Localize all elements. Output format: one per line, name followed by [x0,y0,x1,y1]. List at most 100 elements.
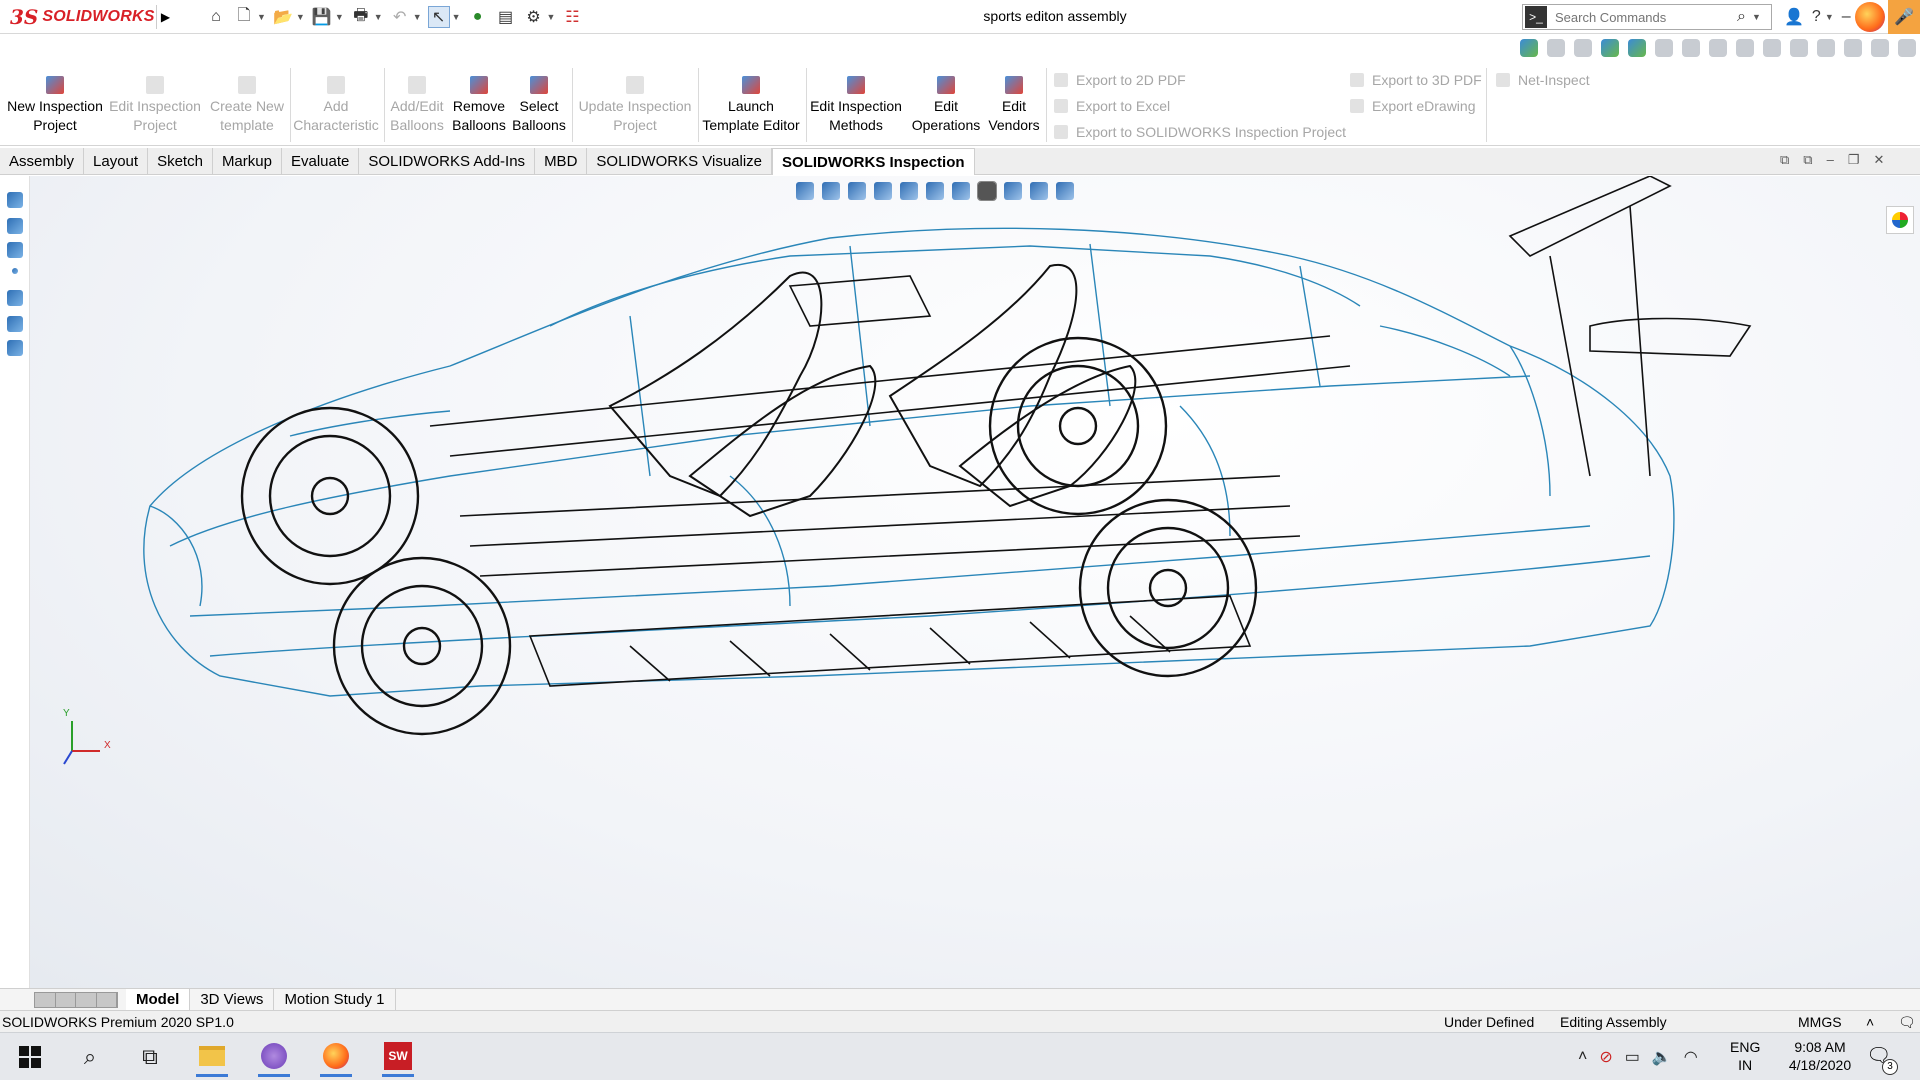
crosshair-icon[interactable] [1655,39,1673,57]
view-orientation-icon[interactable] [926,182,944,200]
edit-vendors-button[interactable]: Edit Vendors [988,76,1040,135]
print-icon[interactable]: 🖶 [350,6,372,28]
undo-icon[interactable]: ↶ [389,6,411,28]
add-characteristic-button[interactable]: Add Characteristic [292,76,380,135]
chevron-down-icon[interactable]: ▼ [1752,12,1761,22]
rebuild-icon[interactable]: ● [467,6,489,28]
tor-browser-icon[interactable] [258,1037,290,1077]
toolbar-icon[interactable] [1817,39,1835,57]
view-settings-icon[interactable] [1056,182,1074,200]
toolbar-icon[interactable] [1682,39,1700,57]
toolbar-icon[interactable] [1871,39,1889,57]
toolbar-icon[interactable] [1790,39,1808,57]
minimize-window-icon[interactable]: – [1827,152,1834,168]
tab-scroll-buttons[interactable] [34,991,118,1008]
create-new-template-button[interactable]: Create New template [206,76,288,135]
previous-view-icon[interactable] [848,182,866,200]
property-manager-icon[interactable] [7,218,23,234]
gear-icon[interactable]: ⚙ [523,6,545,28]
tab-motion-study-1[interactable]: Motion Study 1 [274,988,396,1011]
system-clock[interactable]: 9:08 AM 4/18/2020 [1775,1038,1865,1074]
tab-solidworks-inspection[interactable]: SOLIDWORKS Inspection [772,148,975,175]
tab-assembly[interactable]: Assembly [0,148,85,175]
dynamic-annotation-icon[interactable] [900,182,918,200]
units-selector[interactable]: MMGS [1798,1014,1842,1030]
minimize-icon[interactable]: – [1842,8,1851,26]
open-folder-icon[interactable]: 📂 [272,6,294,28]
tab-solidworks-visualize[interactable]: SOLIDWORKS Visualize [587,148,773,175]
export-sw-inspection-button[interactable]: Export to SOLIDWORKS Inspection Project [1054,122,1346,142]
options-tree-icon[interactable]: ☷ [561,6,583,28]
launch-template-editor-button[interactable]: Launch Template Editor [700,76,802,135]
tile-left-icon[interactable]: ⧉ [1780,152,1789,168]
dimxpert-icon[interactable] [7,290,23,306]
home-icon[interactable]: ⌂ [205,6,227,28]
solidworks-taskbar-icon[interactable]: SW [382,1037,414,1077]
file-explorer-icon[interactable] [196,1037,228,1077]
toolbar-icon[interactable] [1574,39,1592,57]
chevron-down-icon[interactable]: ▼ [335,12,344,22]
display-style-icon[interactable] [952,182,970,200]
tab-sketch[interactable]: Sketch [148,148,213,175]
task-pane-appearances-button[interactable] [1886,206,1914,234]
solidworks-logo[interactable]: 3S SOLIDWORKS [10,5,155,29]
edit-inspection-methods-button[interactable]: Edit Inspection Methods [808,76,904,135]
select-cursor-icon[interactable]: ↖ [427,6,450,28]
edit-icon[interactable] [1628,39,1646,57]
toolbar-icon[interactable] [1547,39,1565,57]
chevron-down-icon[interactable]: ▼ [413,12,422,22]
menu-expand-arrow-icon[interactable]: ▶ [156,5,174,29]
assembly-icon[interactable] [1601,39,1619,57]
chevron-down-icon[interactable]: ▼ [547,12,556,22]
input-language-indicator[interactable]: ENG IN [1730,1038,1760,1074]
chevron-up-icon[interactable]: ˄ [1578,1048,1587,1066]
chat-icon[interactable]: 🗨 [1898,1014,1916,1031]
user-icon[interactable]: 👤 [1784,7,1804,27]
search-icon[interactable]: ⌕ [1737,8,1746,26]
new-document-icon[interactable]: 🗋 [233,6,255,28]
export-3d-pdf-button[interactable]: Export to 3D PDF [1350,70,1482,90]
section-view-icon[interactable] [874,182,892,200]
chevron-up-icon[interactable]: ˄ [1866,1014,1874,1030]
search-commands-box[interactable]: >_ ⌕ ▼ [1522,4,1772,30]
toolbar-icon[interactable] [1844,39,1862,57]
help-icon[interactable]: ? [1812,8,1821,26]
microphone-icon[interactable]: 🎤 [1888,0,1920,34]
hide-show-items-icon[interactable] [977,181,997,201]
graphics-area[interactable]: Y X [30,176,1920,988]
chevron-down-icon[interactable]: ▼ [296,12,305,22]
feature-tree-icon[interactable] [7,192,23,208]
export-edrawing-button[interactable]: Export eDrawing [1350,96,1476,116]
task-view-icon[interactable]: ⧉ [134,1041,166,1073]
appearance-icon[interactable] [1520,39,1538,57]
zoom-to-area-icon[interactable] [822,182,840,200]
add-edit-balloons-button[interactable]: Add/Edit Balloons [386,76,448,135]
network-error-icon[interactable]: ⊘ [1599,1047,1612,1067]
file-properties-icon[interactable]: ▤ [495,6,517,28]
chevron-down-icon[interactable]: ▼ [257,12,266,22]
windows-start-icon[interactable] [14,1041,46,1073]
export-excel-button[interactable]: Export to Excel [1054,96,1170,116]
net-inspect-button[interactable]: Net-Inspect [1496,70,1590,90]
firefox-icon[interactable] [1855,2,1885,32]
search-icon[interactable]: ⌕ [74,1041,106,1073]
chevron-down-icon[interactable]: ▼ [374,12,383,22]
apply-scene-icon[interactable] [1030,182,1048,200]
restore-window-icon[interactable]: ❐ [1848,152,1860,168]
search-input[interactable] [1547,6,1737,28]
update-inspection-project-button[interactable]: Update Inspection Project [576,76,694,135]
save-icon[interactable]: 💾 [311,6,333,28]
battery-icon[interactable]: ▭ [1625,1047,1640,1067]
tab-mbd[interactable]: MBD [535,148,588,175]
new-inspection-project-button[interactable]: New Inspection Project [4,76,106,135]
toolbar-icon[interactable] [1763,39,1781,57]
tab-3d-views[interactable]: 3D Views [190,988,275,1011]
tab-evaluate[interactable]: Evaluate [282,148,360,175]
wifi-icon[interactable]: ◠ [1684,1047,1698,1067]
close-icon[interactable]: ✕ [1873,152,1884,168]
volume-icon[interactable]: 🔈 [1652,1047,1672,1067]
tab-solidworks-add-ins[interactable]: SOLIDWORKS Add-Ins [359,148,536,175]
edit-inspection-project-button[interactable]: Edit Inspection Project [108,76,202,135]
zoom-to-fit-icon[interactable] [796,182,814,200]
chevron-down-icon[interactable]: ▼ [1825,12,1834,22]
